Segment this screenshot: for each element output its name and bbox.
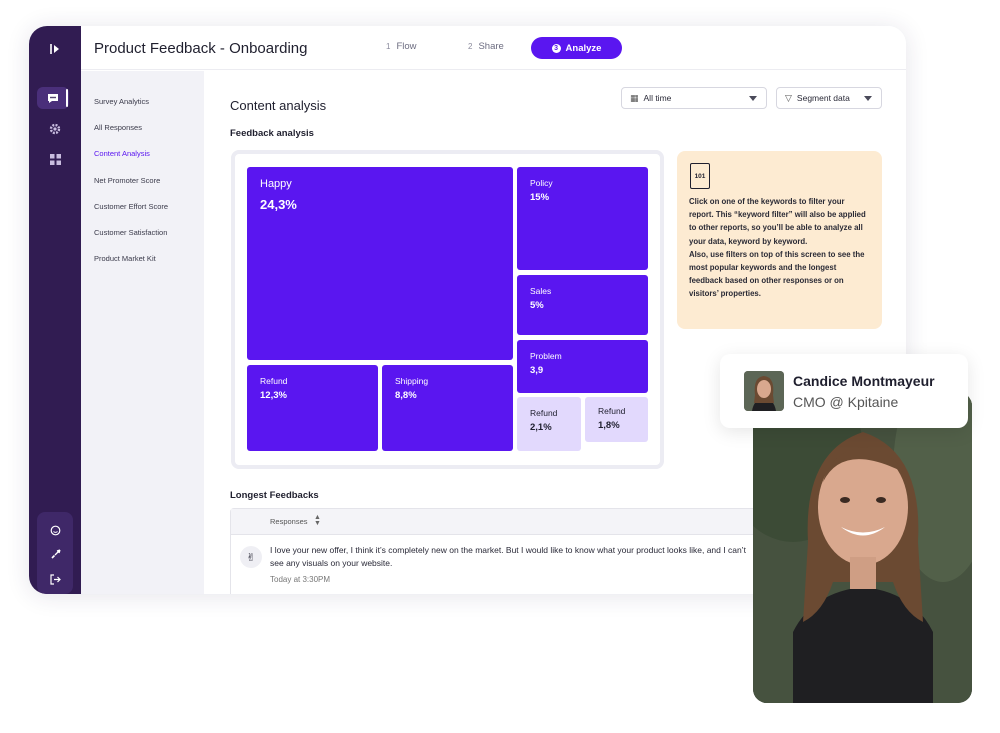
person-name: Candice Montmayeur — [793, 373, 935, 389]
testimonial-photo — [753, 392, 972, 703]
sidebar-item-all-responses[interactable]: All Responses — [94, 123, 142, 132]
treemap-tile-sales[interactable]: Sales 5% — [517, 275, 648, 335]
tile-value: 3,9 — [530, 365, 544, 376]
rocket-icon[interactable] — [45, 544, 65, 564]
book-icon: 101 — [690, 163, 710, 189]
tile-label: Happy — [260, 178, 292, 190]
feedback-table: Responses ▲ ▼ ✌ I love your new offer, I … — [230, 508, 790, 594]
sidebar-item-content-analysis[interactable]: Content Analysis — [94, 149, 150, 158]
treemap-tile-refund-smallest[interactable]: Refund 1,8% — [585, 397, 648, 442]
sidebar-item-ces[interactable]: Customer Effort Score — [94, 202, 168, 211]
step-number: 1 — [386, 42, 391, 51]
tip-text: Click on one of the keywords to filter y… — [689, 197, 866, 299]
tile-label: Refund — [530, 408, 558, 418]
expand-menu-icon[interactable] — [45, 39, 65, 59]
avatar — [744, 371, 784, 411]
sidebar-item-survey-analytics[interactable]: Survey Analytics — [94, 97, 149, 106]
victory-hand-icon: ✌ — [240, 546, 262, 568]
tile-label: Sales — [530, 286, 552, 296]
tile-label: Refund — [260, 376, 288, 386]
longest-feedbacks-heading: Longest Feedbacks — [230, 490, 319, 501]
table-row-time: Today at 3:30PM — [270, 575, 331, 584]
grid-icon[interactable] — [45, 149, 65, 169]
smiley-icon[interactable] — [45, 520, 65, 540]
sidebar-item-nps[interactable]: Net Promoter Score — [94, 176, 160, 185]
content-title: Content analysis — [230, 98, 327, 113]
treemap-tile-policy[interactable]: Policy 15% — [517, 167, 648, 270]
gear-icon[interactable] — [45, 119, 65, 139]
tile-label: Shipping — [395, 376, 429, 386]
top-header: Product Feedback - Onboarding 1 Flow 2 Sha… — [81, 26, 906, 70]
active-nav-indicator — [66, 89, 68, 107]
step-label: Flow — [396, 41, 417, 52]
testimonial-card: Candice Montmayeur CMO @ Kpitaine — [720, 354, 968, 428]
sidebar-item-csat[interactable]: Customer Satisfaction — [94, 228, 167, 237]
time-filter-value: All time — [643, 93, 672, 103]
step-number: 3 — [551, 43, 561, 53]
step-label: Share — [478, 41, 504, 52]
tile-value: 2,1% — [530, 422, 552, 433]
sidebar-item-product-market-kit[interactable]: Product Market Kit — [94, 254, 156, 263]
table-row-text: I love your new offer, I think it’s comp… — [270, 545, 746, 568]
tile-label: Policy — [530, 178, 553, 188]
column-header-responses[interactable]: Responses — [270, 517, 308, 526]
tip-box: 101 Click on one of the keywords to filt… — [677, 151, 882, 329]
table-header: Responses ▲ ▼ — [231, 509, 789, 535]
filter-icon: ▽ — [785, 92, 792, 103]
person-role: CMO @ Kpitaine — [793, 394, 899, 410]
chevron-down-icon — [749, 96, 757, 101]
time-filter-select[interactable]: ▦ All time — [621, 87, 767, 109]
feedback-analysis-heading: Feedback analysis — [230, 128, 314, 139]
sort-icon[interactable]: ▲ ▼ — [314, 514, 321, 527]
calendar-icon: ▦ — [630, 92, 639, 103]
tile-label: Refund — [598, 406, 626, 416]
treemap-tile-refund-small[interactable]: Refund 2,1% — [517, 397, 581, 451]
segment-filter-value: Segment data — [796, 93, 850, 103]
treemap-tile-problem[interactable]: Problem 3,9 — [517, 340, 648, 393]
tile-label: Problem — [530, 351, 562, 361]
treemap-tile-refund[interactable]: Refund 12,3% — [247, 365, 378, 451]
segment-filter-select[interactable]: ▽ Segment data — [776, 87, 882, 109]
step-number: 2 — [468, 42, 473, 51]
keyword-treemap: Happy 24,3% Policy 15% Sales 5% Problem … — [231, 150, 664, 469]
logout-icon[interactable] — [45, 569, 65, 589]
icon-rail — [29, 26, 81, 594]
tile-value: 24,3% — [260, 197, 297, 212]
page-title: Product Feedback - Onboarding — [94, 40, 308, 57]
chat-icon[interactable] — [43, 88, 63, 108]
report-sidebar: Survey Analytics All Responses Content A… — [81, 71, 204, 594]
step-share[interactable]: 2 Share — [468, 41, 504, 52]
tile-value: 15% — [530, 192, 550, 203]
step-label: Analyze — [565, 42, 602, 54]
treemap-tile-happy[interactable]: Happy 24,3% — [247, 167, 513, 360]
tile-value: 5% — [530, 300, 544, 311]
step-flow[interactable]: 1 Flow — [386, 41, 417, 52]
tile-value: 12,3% — [260, 390, 287, 401]
tile-value: 8,8% — [395, 390, 417, 401]
treemap-tile-shipping[interactable]: Shipping 8,8% — [382, 365, 513, 451]
chevron-down-icon — [864, 96, 872, 101]
tile-value: 1,8% — [598, 420, 620, 431]
step-analyze-button[interactable]: 3 Analyze — [531, 37, 622, 59]
